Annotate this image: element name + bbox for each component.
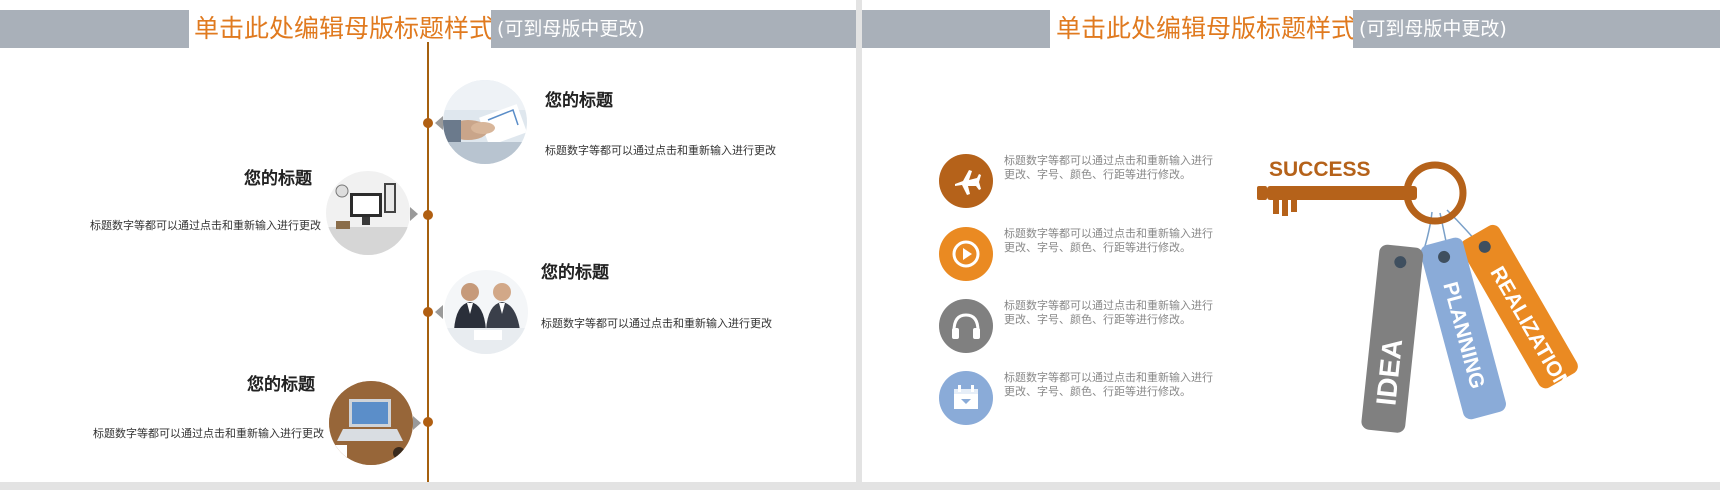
slide-title[interactable]: 单击此处编辑母版标题样式: [194, 10, 494, 48]
tag-idea: IDEA: [1361, 244, 1424, 433]
slide-timeline[interactable]: 单击此处编辑母版标题样式 (可到母版中更改) 您的标题 标题数字等都可以通过点击…: [0, 0, 856, 482]
timeline-item-desc[interactable]: 标题数字等都可以通过点击和重新输入进行更改: [93, 425, 324, 441]
list-item-text[interactable]: 标题数字等都可以通过点击和重新输入进行更改、字号、颜色、行距等进行修改。: [1004, 371, 1214, 399]
photo-desk-workspace: [326, 171, 410, 255]
photo-handshake-documents: [443, 80, 527, 164]
title-bar-left-block: [862, 10, 1050, 48]
photo-pointer: [435, 116, 443, 130]
airplane-icon: [939, 154, 993, 208]
timeline-item-title[interactable]: 您的标题: [244, 164, 312, 189]
headphones-icon: [939, 299, 993, 353]
timeline-item-desc[interactable]: 标题数字等都可以通过点击和重新输入进行更改: [545, 142, 776, 158]
slide-subtitle[interactable]: (可到母版中更改): [491, 10, 645, 48]
list-item-text[interactable]: 标题数字等都可以通过点击和重新输入进行更改、字号、颜色、行距等进行修改。: [1004, 227, 1214, 255]
timeline-item-desc[interactable]: 标题数字等都可以通过点击和重新输入进行更改: [90, 217, 321, 233]
slide-title[interactable]: 单击此处编辑母版标题样式: [1056, 10, 1356, 48]
timeline-dot: [423, 307, 433, 317]
list-item-text[interactable]: 标题数字等都可以通过点击和重新输入进行更改、字号、颜色、行距等进行修改。: [1004, 154, 1214, 182]
play-icon: [939, 227, 993, 281]
timeline-item-title[interactable]: 您的标题: [545, 86, 613, 111]
timeline-item-title[interactable]: 您的标题: [541, 258, 609, 283]
timeline-item-desc[interactable]: 标题数字等都可以通过点击和重新输入进行更改: [541, 315, 772, 331]
timeline-dot: [423, 210, 433, 220]
photo-pointer: [410, 207, 418, 221]
calendar-icon: [939, 371, 993, 425]
timeline-item-title[interactable]: 您的标题: [247, 370, 315, 395]
photo-laptop-desk: [329, 381, 413, 465]
list-item-text[interactable]: 标题数字等都可以通过点击和重新输入进行更改、字号、颜色、行距等进行修改。: [1004, 299, 1214, 327]
photo-pointer: [435, 305, 443, 319]
timeline-dot: [423, 417, 433, 427]
photo-pointer: [413, 416, 421, 430]
timeline-dot: [423, 118, 433, 128]
title-bar: 单击此处编辑母版标题样式 (可到母版中更改): [862, 10, 1720, 48]
key-tags-graphic: REALIZATION PLANNING IDEA SUCCESS: [1257, 158, 1578, 433]
title-bar-left-block: [0, 10, 189, 48]
slides-canvas: 单击此处编辑母版标题样式 (可到母版中更改) 您的标题 标题数字等都可以通过点击…: [0, 0, 1720, 490]
timeline-line: [427, 42, 429, 482]
key-label: SUCCESS: [1269, 158, 1371, 181]
slide-success-key[interactable]: 单击此处编辑母版标题样式 (可到母版中更改) 标题数字等都可以通过点击和重新输入…: [862, 0, 1720, 482]
slide-subtitle[interactable]: (可到母版中更改): [1353, 10, 1507, 48]
photo-business-meeting: [444, 270, 528, 354]
